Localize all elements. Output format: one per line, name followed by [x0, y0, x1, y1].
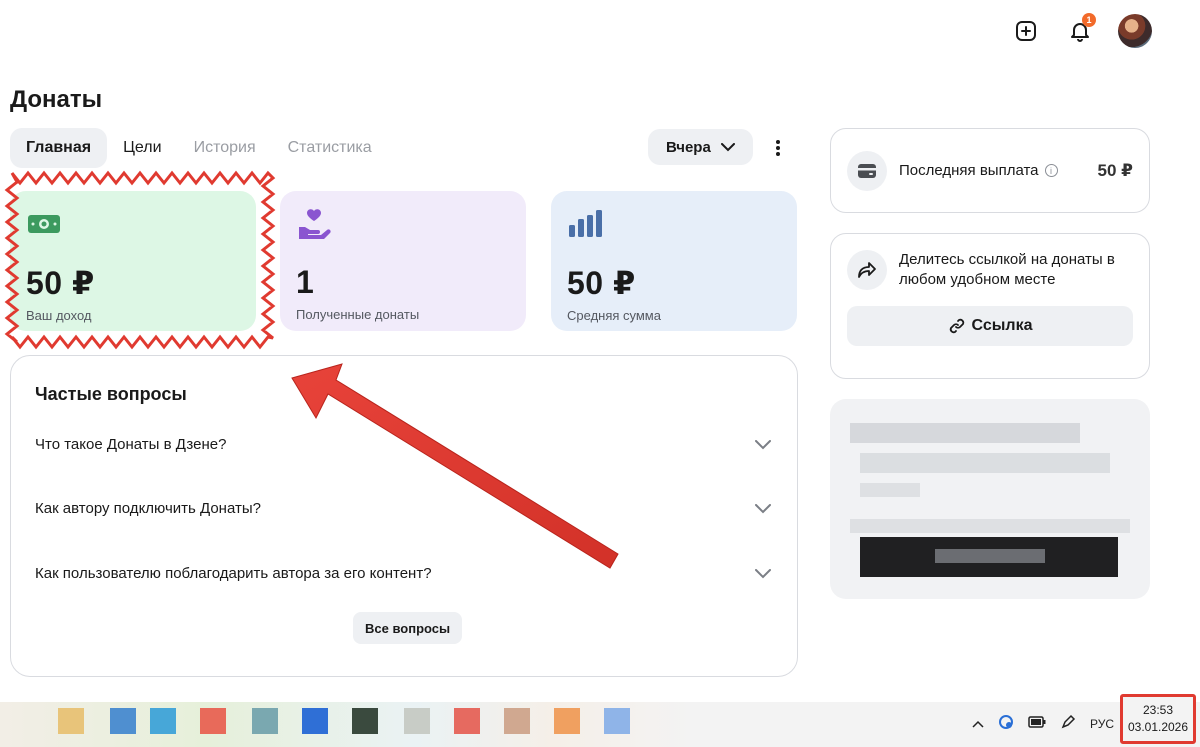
taskbar-app-icon[interactable] — [604, 708, 630, 734]
plus-square-icon — [1016, 21, 1036, 41]
chevron-up-icon[interactable] — [972, 717, 984, 731]
dot — [776, 146, 780, 150]
taskbar-app-icon[interactable] — [352, 708, 378, 734]
share-icon-wrap — [847, 250, 887, 290]
taskbar-app-icon[interactable] — [110, 708, 136, 734]
create-button[interactable] — [1010, 15, 1042, 47]
taskbar-app-icon[interactable] — [58, 708, 84, 734]
copy-link-button[interactable]: Ссылка — [847, 306, 1133, 346]
heart-hand-icon — [299, 209, 331, 240]
info-icon[interactable]: i — [1044, 164, 1058, 177]
blurred-block — [850, 519, 1130, 533]
sync-icon[interactable] — [998, 714, 1014, 733]
notification-badge: 1 — [1082, 13, 1096, 27]
stat-value: 50 ₽ — [26, 265, 95, 301]
more-options-button[interactable] — [768, 136, 788, 160]
dot — [776, 140, 780, 144]
wallet-icon-wrap — [847, 150, 887, 191]
dot — [776, 152, 780, 156]
page-title: Донаты — [10, 86, 103, 113]
stat-label: Полученные донаты — [296, 307, 420, 322]
stat-label: Ваш доход — [26, 308, 92, 323]
faq-question: Что такое Донаты в Дзене? — [35, 436, 227, 453]
battery-icon[interactable] — [1028, 716, 1046, 731]
money-icon — [28, 215, 60, 233]
faq-item[interactable]: Как автору подключить Донаты? — [35, 500, 771, 517]
taskbar-app-icon[interactable] — [554, 708, 580, 734]
copy-link-label: Ссылка — [971, 317, 1033, 334]
header-actions: 1 — [1010, 13, 1152, 48]
stat-label: Средняя сумма — [567, 308, 661, 323]
tab-statistics[interactable]: Статистика — [272, 128, 388, 168]
stat-card-average: 50 ₽ Средняя сумма — [551, 191, 797, 331]
notifications-button[interactable]: 1 — [1064, 13, 1096, 47]
tab-history[interactable]: История — [178, 128, 272, 168]
link-icon — [949, 318, 964, 334]
stat-value: 1 — [296, 264, 315, 300]
blurred-block — [860, 483, 920, 497]
clock-date: 03.01.2026 — [1127, 720, 1189, 734]
blurred-block — [860, 453, 1110, 473]
share-arrow-icon — [858, 262, 876, 278]
taskbar-clock[interactable]: 23:53 03.01.2026 — [1120, 694, 1196, 744]
stat-card-income: 50 ₽ Ваш доход — [10, 191, 256, 331]
chevron-down-icon — [755, 568, 771, 578]
blurred-promo-card — [830, 399, 1150, 599]
payout-label: Последняя выплата — [899, 162, 1039, 179]
taskbar-app-icon[interactable] — [504, 708, 530, 734]
period-select[interactable]: Вчера — [648, 129, 753, 165]
faq-question: Как автору подключить Донаты? — [35, 500, 261, 517]
language-indicator[interactable]: РУС — [1090, 717, 1114, 731]
chevron-down-icon — [755, 439, 771, 449]
taskbar-app-icon[interactable] — [302, 708, 328, 734]
share-card: Делитесь ссылкой на донаты в любом удобн… — [830, 233, 1150, 379]
system-tray: РУС — [972, 714, 1114, 733]
clock-time: 23:53 — [1142, 703, 1174, 717]
faq-item[interactable]: Как пользователю поблагодарить автора за… — [35, 565, 771, 582]
faq-panel: Частые вопросы Что такое Донаты в Дзене?… — [10, 355, 798, 677]
tab-main[interactable]: Главная — [10, 128, 108, 168]
stat-card-donations: 1 Полученные донаты — [280, 191, 526, 331]
avatar[interactable] — [1118, 14, 1152, 48]
blurred-block — [935, 549, 1045, 563]
pen-icon[interactable] — [1060, 714, 1076, 733]
wallet-icon — [858, 163, 876, 178]
taskbar: РУС — [0, 702, 1200, 747]
faq-item[interactable]: Что такое Донаты в Дзене? — [35, 436, 771, 453]
period-select-label: Вчера — [666, 138, 711, 156]
faq-title: Частые вопросы — [35, 384, 187, 404]
taskbar-apps-blurred — [0, 702, 690, 747]
tab-bar: Главная Цели История Статистика — [10, 128, 388, 168]
payout-value: 50 ₽ — [1097, 160, 1133, 180]
blurred-block — [850, 423, 1080, 443]
all-questions-button[interactable]: Все вопросы — [353, 612, 463, 644]
share-text: Делитесь ссылкой на донаты в любом удобн… — [899, 251, 1115, 288]
taskbar-app-icon[interactable] — [252, 708, 278, 734]
last-payout-card: Последняя выплата i 50 ₽ — [830, 128, 1150, 213]
chevron-down-icon — [755, 503, 771, 513]
tab-goals[interactable]: Цели — [107, 128, 177, 168]
taskbar-app-icon[interactable] — [454, 708, 480, 734]
faq-question: Как пользователю поблагодарить автора за… — [35, 565, 432, 582]
taskbar-app-icon[interactable] — [404, 708, 430, 734]
taskbar-app-icon[interactable] — [150, 708, 176, 734]
taskbar-app-icon[interactable] — [200, 708, 226, 734]
stat-value: 50 ₽ — [567, 265, 636, 301]
bar-chart-icon — [569, 210, 602, 237]
chevron-down-icon — [720, 142, 735, 151]
